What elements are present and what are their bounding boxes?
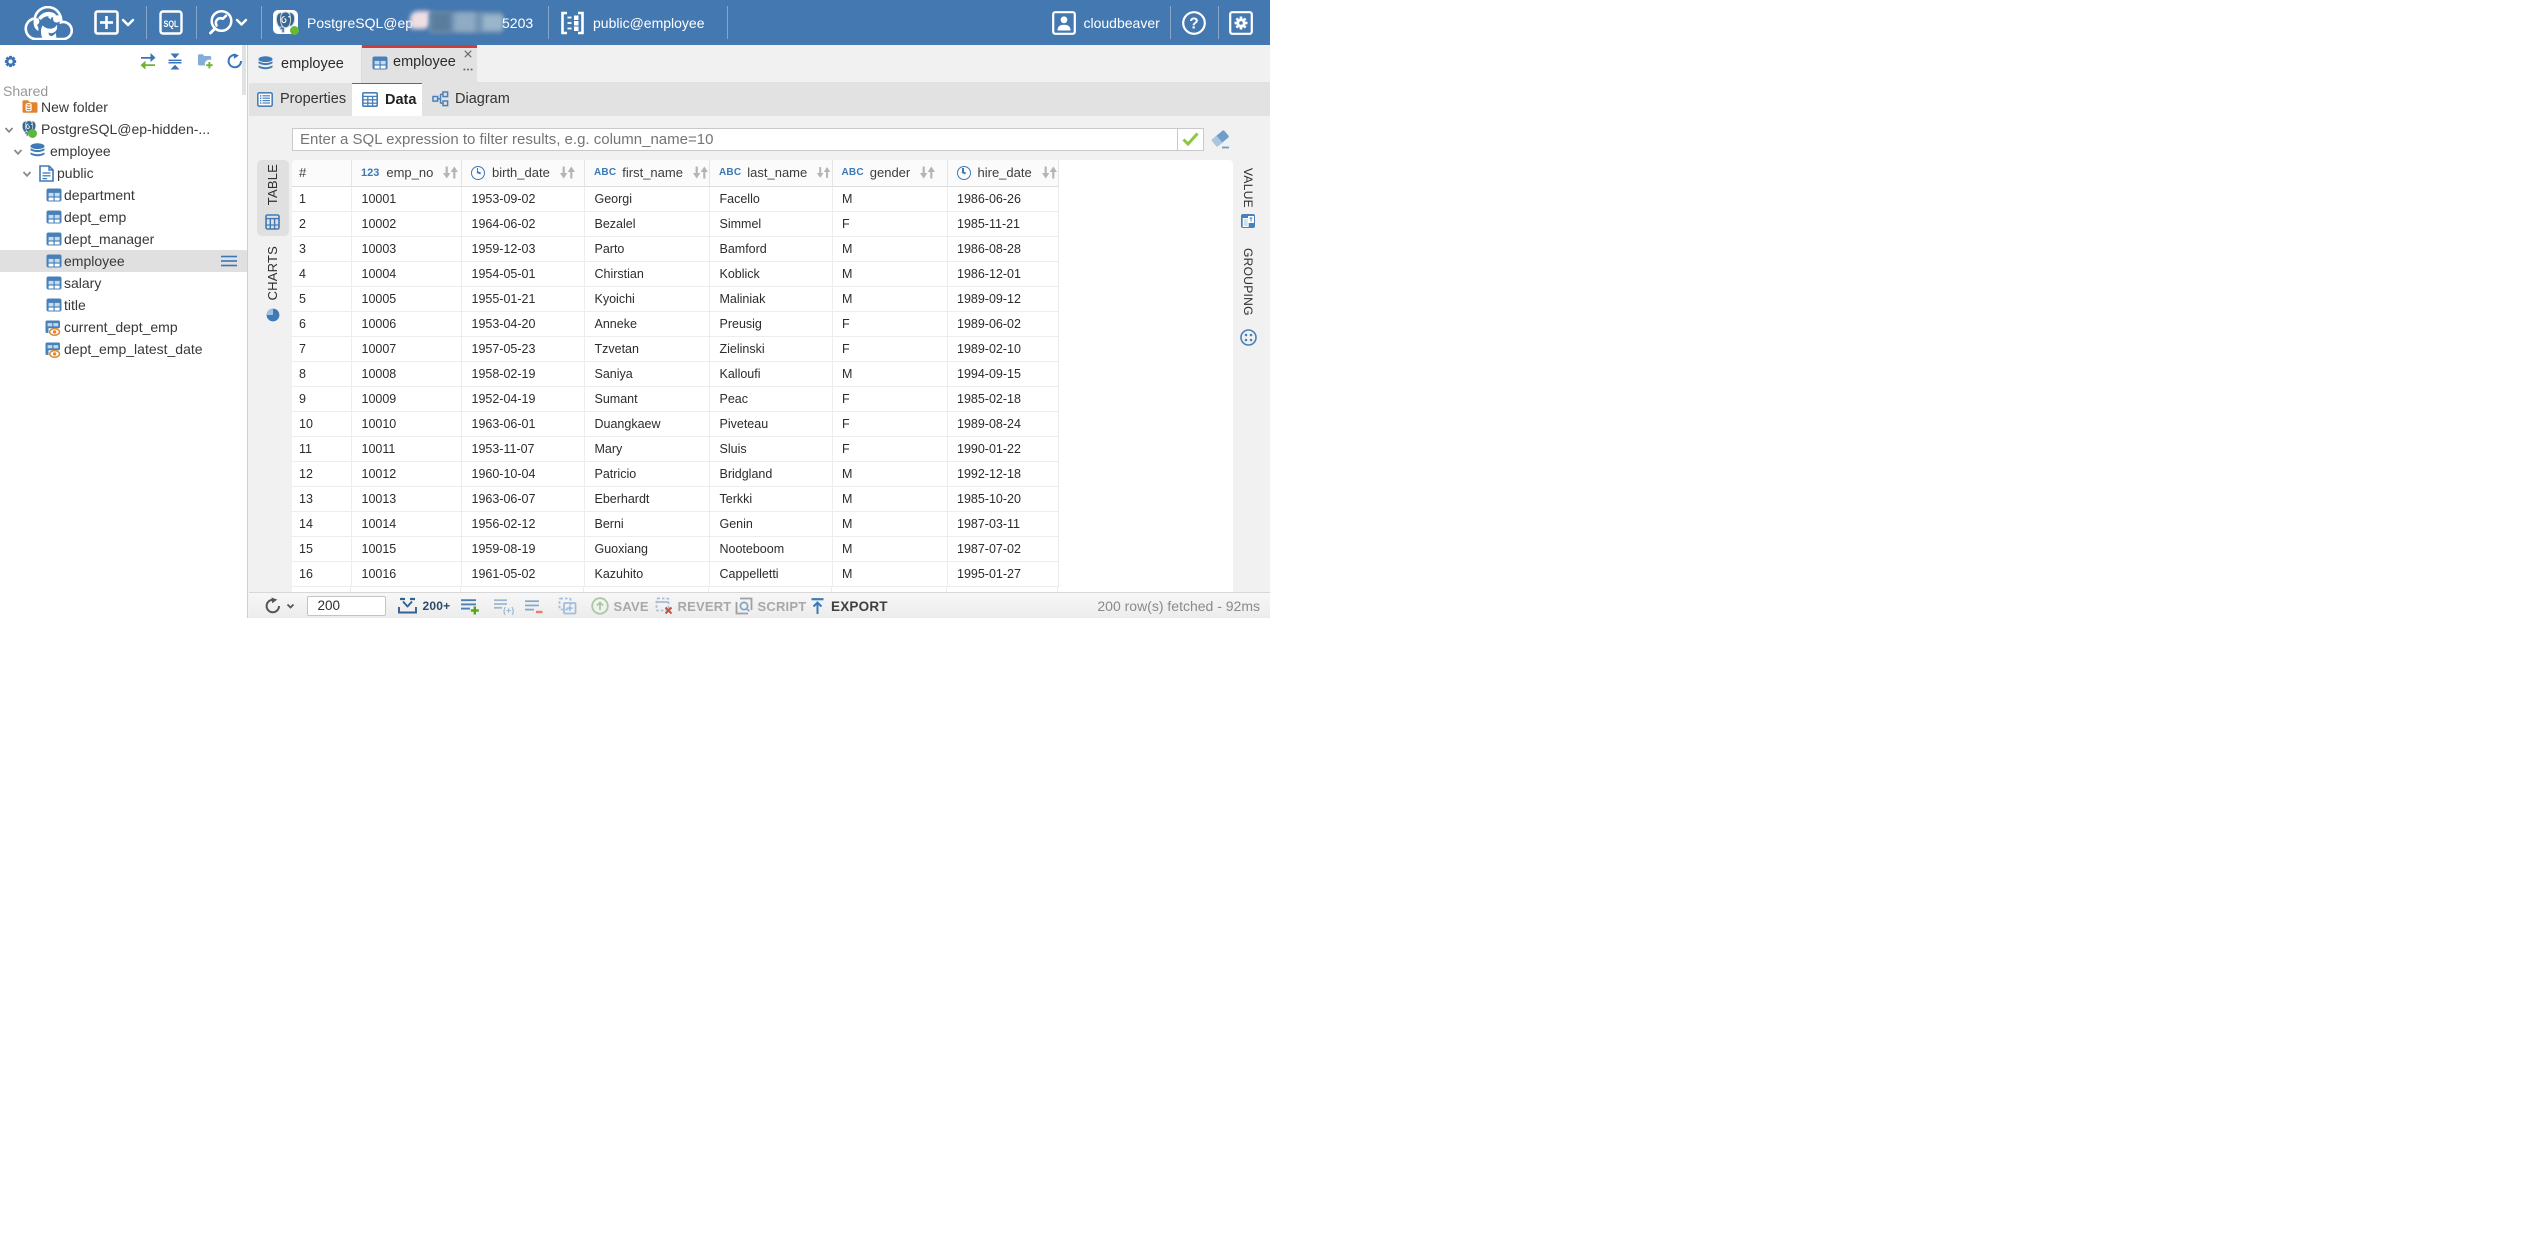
svg-text:SQL: SQL xyxy=(164,19,179,30)
svg-text:?: ? xyxy=(1189,15,1198,32)
svg-text:(+): (+) xyxy=(503,605,514,615)
